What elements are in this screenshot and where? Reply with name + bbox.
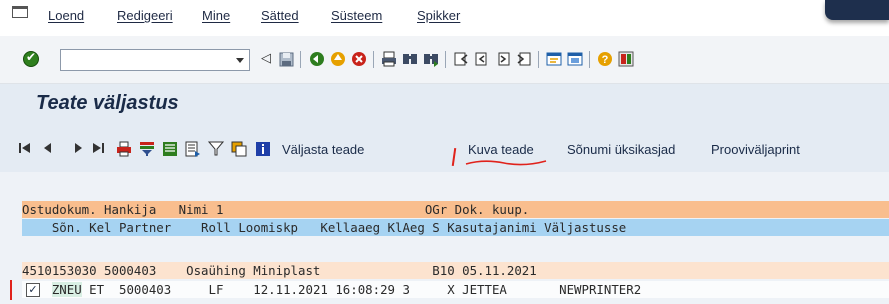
toolbar-separator	[373, 51, 374, 68]
info-icon[interactable]	[255, 141, 271, 157]
toolbar-separator	[300, 51, 301, 68]
menu-item-susteem[interactable]: Süsteem	[331, 8, 382, 23]
menu-item-satted[interactable]: Sätted	[261, 8, 299, 23]
create-session-icon[interactable]	[546, 51, 562, 67]
next-page-icon[interactable]	[495, 51, 511, 67]
menu-item-spikker[interactable]: Spikker	[417, 8, 460, 23]
svg-text:?: ?	[602, 54, 609, 66]
menu-item-mine[interactable]: Mine	[202, 8, 230, 23]
layout-icon[interactable]	[618, 51, 634, 67]
back-icon[interactable]: ◁	[258, 51, 274, 67]
kuva-teade-button[interactable]: Kuva teade	[468, 142, 534, 157]
shortcut-icon[interactable]	[567, 51, 583, 67]
last-icon[interactable]	[90, 141, 106, 157]
copy-icon[interactable]	[231, 141, 247, 157]
row-values: ET 5000403 LF 12.11.2021 16:08:29 3 X JE…	[81, 282, 642, 297]
save-icon[interactable]	[278, 51, 294, 67]
standard-toolbar: ◁ ?	[0, 36, 889, 84]
sort-icon[interactable]	[207, 141, 225, 157]
next-icon[interactable]	[70, 141, 86, 157]
row-checkbox[interactable]: ✓	[26, 283, 40, 297]
toolbar-separator	[445, 51, 446, 68]
first-page-icon[interactable]	[453, 51, 469, 67]
valjasta-teade-button[interactable]: Väljasta teade	[282, 142, 364, 157]
back-arrow-icon[interactable]	[309, 51, 325, 67]
sonumi-uksikasjad-button[interactable]: Sõnumi üksikasjad	[567, 142, 675, 157]
list-header-row-2: Sõn. Kel Partner Roll Loomiskp Kellaaeg …	[22, 219, 889, 236]
prooviv aljaprint-button[interactable]: Prooviväljaprint	[711, 142, 800, 157]
previous-page-icon[interactable]	[474, 51, 490, 67]
cancel-icon[interactable]	[351, 51, 367, 67]
help-icon[interactable]: ?	[597, 51, 613, 67]
ok-icon[interactable]	[23, 50, 39, 67]
export-icon[interactable]	[185, 141, 201, 157]
first-icon[interactable]	[17, 141, 33, 157]
table-row-selected[interactable]: ZNEU ET 5000403 LF 12.11.2021 16:08:29 3…	[22, 281, 889, 298]
list-header-row-1: Ostudokum. Hankija Nimi 1 OGr Dok. kuup.	[22, 201, 889, 218]
menu-item-loend[interactable]: Loend	[48, 8, 84, 23]
print-list-icon[interactable]	[116, 141, 132, 157]
annotation-mark-left	[10, 280, 12, 300]
chevron-down-icon[interactable]	[233, 52, 247, 68]
toolbar-separator	[589, 51, 590, 68]
message-type-cell[interactable]: ZNEU	[51, 282, 82, 297]
filter-icon[interactable]	[139, 141, 155, 157]
last-page-icon[interactable]	[516, 51, 532, 67]
print-icon[interactable]	[381, 51, 397, 67]
annotation-underline	[465, 160, 547, 166]
page-title: Teate väljastus	[36, 92, 179, 114]
find-icon[interactable]	[402, 51, 418, 67]
exit-icon[interactable]	[330, 51, 346, 67]
window-decoration	[825, 0, 889, 20]
table-row[interactable]: 4510153030 5000403 Osaühing Miniplast B1…	[22, 262, 889, 279]
menu-item-redigeeri[interactable]: Redigeeri	[117, 8, 173, 23]
find-next-icon[interactable]	[423, 51, 439, 67]
prev-icon[interactable]	[40, 141, 56, 157]
menu-icon[interactable]	[12, 6, 28, 18]
details-icon[interactable]	[162, 141, 178, 157]
toolbar-separator	[538, 51, 539, 68]
menu-bar: Loend Redigeeri Mine Sätted Süsteem Spik…	[0, 0, 889, 36]
command-field[interactable]	[60, 49, 250, 71]
